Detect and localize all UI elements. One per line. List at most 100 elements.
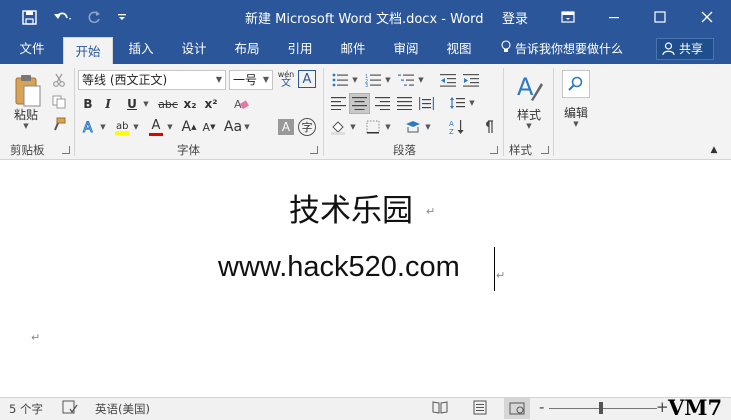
styles-button-label[interactable]: 样式	[511, 106, 547, 123]
customize-toolbar-icon[interactable]	[112, 0, 132, 34]
underline-dropdown-icon[interactable]: ▼	[141, 94, 151, 114]
language-indicator[interactable]: 英语(美国)	[95, 401, 150, 417]
read-mode-icon[interactable]	[432, 400, 448, 418]
highlight-color-icon[interactable]: ab	[113, 116, 131, 138]
tab-home[interactable]: 开始	[63, 37, 113, 64]
line-spacing-icon[interactable]	[447, 93, 467, 113]
tab-file[interactable]: 文件	[8, 34, 56, 64]
minimize-icon[interactable]	[591, 0, 637, 34]
change-case-dropdown-icon[interactable]: ▼	[242, 116, 252, 138]
signin-link[interactable]: 登录	[502, 8, 528, 27]
copy-icon[interactable]	[48, 92, 70, 112]
print-layout-icon[interactable]	[472, 400, 488, 418]
paste-dropdown-icon[interactable]: ▼	[8, 122, 44, 130]
zoom-out-button[interactable]: -	[539, 398, 544, 416]
strikethrough-button[interactable]: abc	[157, 94, 179, 114]
distributed-icon[interactable]	[416, 93, 436, 113]
styles-icon[interactable]: A	[511, 70, 547, 106]
maximize-icon[interactable]	[637, 0, 683, 34]
tab-layout[interactable]: 布局	[223, 34, 271, 64]
tab-view[interactable]: 视图	[435, 34, 483, 64]
subscript-button[interactable]: x₂	[182, 94, 198, 114]
clear-formatting-icon[interactable]: A	[231, 94, 251, 114]
font-color-button[interactable]: A	[147, 116, 165, 138]
increase-indent-icon[interactable]	[461, 70, 481, 90]
superscript-button[interactable]: x²	[203, 94, 219, 114]
phonetic-guide-button[interactable]: wén 文	[277, 68, 295, 92]
word-count[interactable]: 5 个字	[9, 401, 43, 417]
tab-mailings[interactable]: 邮件	[329, 34, 377, 64]
show-formatting-marks-icon[interactable]	[478, 116, 498, 138]
editing-dropdown-icon[interactable]: ▼	[558, 120, 594, 128]
italic-button[interactable]: I	[101, 94, 115, 114]
sort-icon[interactable]: AZ	[447, 116, 467, 138]
character-border-button[interactable]: A	[298, 70, 316, 88]
save-icon[interactable]	[14, 0, 44, 34]
change-case-icon[interactable]: Aa	[224, 116, 242, 138]
close-icon[interactable]	[684, 0, 730, 34]
paragraph-launcher-icon[interactable]	[490, 146, 498, 154]
document-url-text[interactable]: www.hack520.com	[218, 251, 460, 284]
styles-dropdown-icon[interactable]: ▼	[511, 122, 547, 130]
justify-icon[interactable]	[394, 93, 414, 113]
bullets-icon[interactable]	[330, 70, 350, 90]
search-icon[interactable]	[562, 70, 590, 98]
text-effects-dropdown-icon[interactable]: ▼	[98, 116, 108, 138]
document-heading[interactable]: 技术乐园	[289, 185, 413, 230]
paste-icon[interactable]	[10, 70, 44, 110]
decrease-indent-icon[interactable]	[438, 70, 458, 90]
share-label: 共享	[679, 42, 704, 56]
font-launcher-icon[interactable]	[310, 146, 318, 154]
chevron-down-icon: ▼	[215, 75, 222, 84]
underline-button[interactable]: U	[124, 94, 140, 114]
paste-label[interactable]: 粘贴	[8, 106, 44, 123]
document-canvas[interactable]: 技术乐园 ↵ www.hack520.com ↵ ↵	[0, 161, 731, 397]
share-button[interactable]: 共享	[656, 38, 714, 60]
numbering-icon[interactable]: 123	[363, 70, 383, 90]
chinese-layout-dropdown-icon[interactable]: ▼	[423, 116, 433, 138]
align-center-icon[interactable]	[349, 93, 370, 114]
chinese-layout-icon[interactable]	[403, 116, 423, 138]
undo-icon[interactable]	[48, 0, 78, 34]
multilevel-list-icon[interactable]	[396, 70, 416, 90]
tab-references[interactable]: 引用	[276, 34, 324, 64]
font-name-select[interactable]: 等线 (西文正文) ▼	[78, 70, 226, 90]
cut-icon[interactable]	[48, 70, 70, 90]
line-spacing-dropdown-icon[interactable]: ▼	[467, 93, 477, 113]
ribbon-home: 粘贴 ▼ 剪贴板 等线 (西文正文) ▼ 一号 ▼ wén 文 A B I U ▼ …	[0, 64, 731, 160]
align-left-icon[interactable]	[328, 93, 348, 113]
editing-button-label[interactable]: 编辑	[558, 104, 594, 121]
proofing-icon[interactable]	[62, 400, 78, 418]
enclose-characters-button[interactable]: 字	[298, 118, 316, 136]
borders-icon[interactable]	[363, 116, 383, 138]
grow-font-button[interactable]: A ▲	[180, 116, 198, 138]
tell-me-box[interactable]: 告诉我你想要做什么	[500, 34, 623, 64]
tab-design[interactable]: 设计	[170, 34, 218, 64]
zoom-slider-track[interactable]	[549, 408, 657, 409]
clipboard-launcher-icon[interactable]	[62, 146, 70, 154]
redo-icon[interactable]	[82, 0, 106, 34]
shrink-font-button[interactable]: A ▼	[200, 116, 218, 138]
styles-launcher-icon[interactable]	[541, 146, 549, 154]
tab-review[interactable]: 审阅	[382, 34, 430, 64]
tab-insert[interactable]: 插入	[117, 34, 165, 64]
zoom-slider-thumb[interactable]	[599, 402, 603, 414]
align-right-icon[interactable]	[372, 93, 392, 113]
shading-icon[interactable]	[328, 116, 348, 138]
bold-button[interactable]: B	[80, 94, 96, 114]
highlight-dropdown-icon[interactable]: ▼	[131, 116, 141, 138]
collapse-ribbon-icon[interactable]: ▲	[706, 144, 722, 156]
font-color-dropdown-icon[interactable]: ▼	[165, 116, 175, 138]
zoom-in-button[interactable]: +	[656, 398, 669, 416]
ribbon-display-options-icon[interactable]	[545, 0, 591, 34]
text-effects-icon[interactable]: A	[80, 116, 98, 138]
format-painter-icon[interactable]	[48, 114, 70, 134]
borders-dropdown-icon[interactable]: ▼	[383, 116, 393, 138]
multilevel-dropdown-icon[interactable]: ▼	[416, 70, 426, 90]
numbering-dropdown-icon[interactable]: ▼	[383, 70, 393, 90]
font-size-select[interactable]: 一号 ▼	[229, 70, 273, 90]
shading-dropdown-icon[interactable]: ▼	[348, 116, 358, 138]
bullets-dropdown-icon[interactable]: ▼	[350, 70, 360, 90]
character-shading-button[interactable]: A	[278, 119, 294, 135]
web-layout-icon[interactable]	[504, 398, 530, 419]
